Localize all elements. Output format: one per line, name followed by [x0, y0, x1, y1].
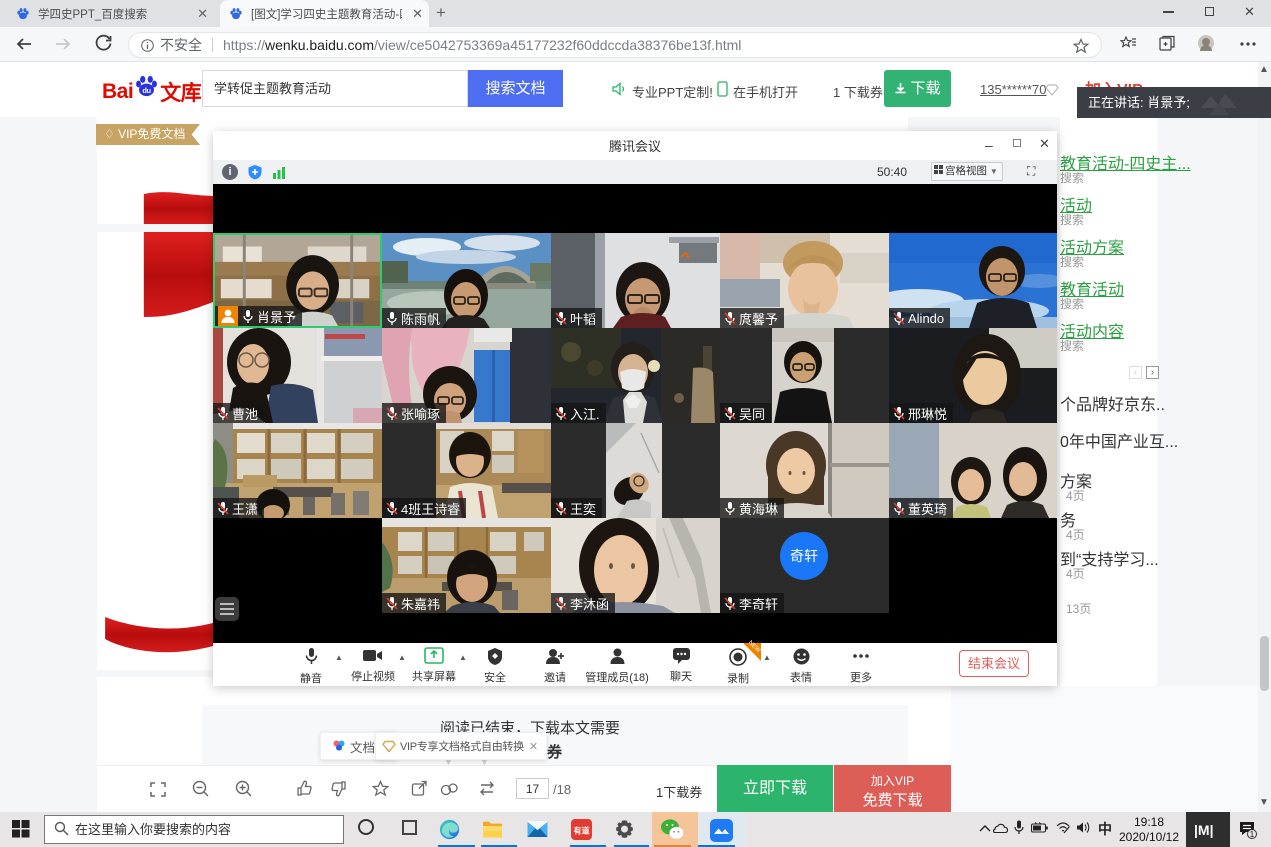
svg-text:du: du [143, 86, 152, 95]
svg-text:1: 1 [1250, 830, 1255, 839]
svg-text:有道: 有道 [574, 826, 590, 836]
